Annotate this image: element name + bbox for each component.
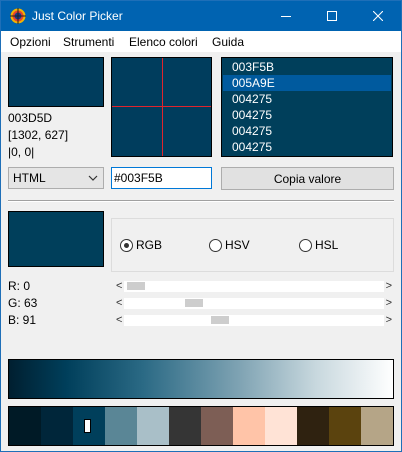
slider-thumb[interactable] — [211, 316, 229, 324]
current-color-swatch — [8, 57, 104, 107]
history-item[interactable]: 004275 — [223, 91, 391, 107]
palette-swatch[interactable] — [41, 407, 73, 445]
menu-elenco-colori[interactable]: Elenco colori — [129, 35, 198, 49]
menu-strumenti[interactable]: Strumenti — [63, 35, 114, 49]
radio-hsl-indicator[interactable] — [299, 238, 312, 252]
green-slider[interactable]: < > — [114, 297, 394, 310]
palette-swatch[interactable] — [9, 407, 41, 445]
radio-hsv[interactable]: HSV — [209, 238, 250, 252]
palette-selection-marker — [84, 419, 91, 433]
palette-swatch[interactable] — [361, 407, 393, 445]
color-palette — [8, 406, 394, 446]
palette-swatch[interactable] — [105, 407, 137, 445]
blue-label: B: 91 — [8, 313, 37, 327]
magnifier-view — [111, 57, 212, 157]
maximize-icon — [327, 11, 337, 21]
copy-value-button[interactable]: Copia valore — [221, 167, 394, 190]
palette-swatch[interactable] — [169, 407, 201, 445]
chevron-right-icon[interactable]: > — [386, 280, 392, 293]
menu-opzioni[interactable]: Opzioni — [10, 35, 51, 49]
blue-slider[interactable]: < > — [114, 314, 394, 327]
history-item[interactable]: 004275 — [223, 107, 391, 123]
menu-guida[interactable]: Guida — [212, 35, 244, 49]
slider-thumb[interactable] — [185, 299, 203, 307]
slider-thumb[interactable] — [127, 282, 145, 290]
color-value-field[interactable] — [111, 167, 212, 189]
crosshair-vertical — [162, 58, 163, 156]
minimize-button[interactable] — [263, 1, 309, 31]
history-item[interactable]: 003F5B — [223, 59, 391, 75]
title-bar[interactable]: Just Color Picker — [1, 1, 401, 31]
radio-rgb[interactable]: RGB — [120, 238, 162, 252]
green-label: G: 63 — [8, 296, 38, 310]
maximize-button[interactable] — [309, 1, 355, 31]
palette-swatch[interactable] — [329, 407, 361, 445]
current-hex: 003D5D — [8, 111, 53, 125]
slider-track[interactable] — [124, 281, 384, 292]
divider — [8, 200, 394, 202]
minimize-icon — [281, 16, 291, 17]
color-mode-group: RGB HSV HSL — [111, 218, 394, 272]
history-item[interactable]: 004275 — [223, 139, 391, 155]
palette-swatch[interactable] — [73, 407, 105, 445]
menu-bar: Opzioni Strumenti Elenco colori Guida — [1, 31, 401, 52]
radio-rgb-indicator[interactable] — [120, 238, 133, 252]
shade-gradient-bar[interactable] — [8, 359, 394, 399]
radio-hsv-indicator[interactable] — [209, 238, 222, 252]
slider-track[interactable] — [124, 315, 384, 326]
chevron-down-icon — [88, 175, 98, 181]
slider-track[interactable] — [124, 298, 384, 309]
palette-swatch[interactable] — [201, 407, 233, 445]
app-logo-icon — [10, 8, 26, 24]
chevron-left-icon[interactable]: < — [116, 314, 122, 327]
color-value-input[interactable] — [113, 169, 210, 187]
format-selected: HTML — [13, 171, 46, 185]
radio-hsl-label: HSL — [315, 238, 339, 252]
history-item-selected[interactable]: 005A9E — [223, 75, 391, 91]
chevron-left-icon[interactable]: < — [116, 280, 122, 293]
history-item[interactable]: 004275 — [223, 123, 391, 139]
format-dropdown[interactable]: HTML — [8, 167, 104, 189]
red-label: R: 0 — [8, 279, 31, 293]
app-window: Just Color Picker Opzioni Strumenti Elen… — [0, 0, 402, 452]
close-button[interactable] — [355, 1, 401, 31]
close-icon — [373, 11, 383, 21]
palette-swatch[interactable] — [297, 407, 329, 445]
radio-hsv-label: HSV — [225, 238, 250, 252]
red-slider[interactable]: < > — [114, 280, 394, 293]
radio-hsl[interactable]: HSL — [299, 238, 338, 252]
chevron-right-icon[interactable]: > — [386, 297, 392, 310]
color-history-list[interactable]: 003F5B 005A9E 004275 004275 004275 00427… — [221, 57, 393, 157]
offset-coordinates: |0, 0| — [8, 145, 35, 159]
chevron-right-icon[interactable]: > — [386, 314, 392, 327]
palette-swatch[interactable] — [137, 407, 169, 445]
palette-swatch[interactable] — [265, 407, 297, 445]
window-title: Just Color Picker — [32, 9, 123, 23]
palette-swatch[interactable] — [233, 407, 265, 445]
selected-color-swatch — [8, 211, 104, 267]
chevron-left-icon[interactable]: < — [116, 297, 122, 310]
screen-coordinates: [1302, 627] — [8, 128, 69, 142]
radio-rgb-label: RGB — [136, 238, 163, 252]
